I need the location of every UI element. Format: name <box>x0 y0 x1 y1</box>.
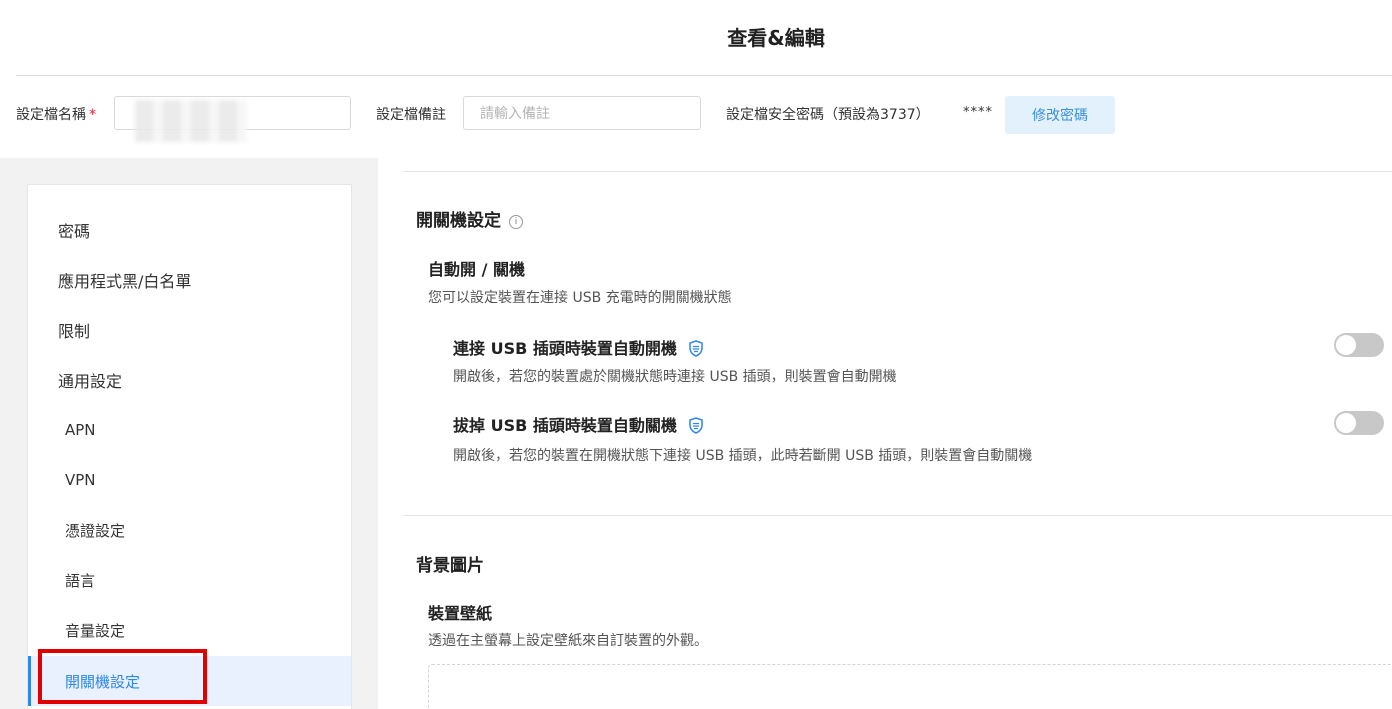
auto-power-on-toggle[interactable] <box>1334 333 1384 357</box>
auto-power-off-desc: 開啟後，若您的裝置在開機狀態下連接 USB 插頭，此時若斷開 USB 插頭，則裝… <box>453 448 1033 464</box>
header-divider <box>16 75 1392 76</box>
background-section-title: 背景圖片 <box>416 556 484 576</box>
profile-note-input[interactable]: 請輸入備註 <box>463 96 701 130</box>
sidebar-item-power[interactable]: 開關機設定 <box>28 656 351 706</box>
password-mask: **** <box>963 105 993 120</box>
sidebar-item-general[interactable]: 通用設定 <box>28 355 351 405</box>
change-password-button[interactable]: 修改密碼 <box>1005 96 1115 134</box>
auto-power-on-desc: 開啟後，若您的裝置處於關機狀態時連接 USB 插頭，則裝置會自動開機 <box>453 369 897 385</box>
toggle-knob <box>1336 335 1356 355</box>
sidebar-item-label: APN <box>65 421 96 439</box>
sidebar-item-label: 憑證設定 <box>65 521 126 540</box>
wallpaper-group-title: 裝置壁紙 <box>428 604 493 623</box>
sidebar-item-certificates[interactable]: 憑證設定 <box>28 505 351 555</box>
profile-name-label: 設定檔名稱 * <box>16 107 96 123</box>
auto-power-group-desc: 您可以設定裝置在連接 USB 充電時的開關機狀態 <box>428 290 732 306</box>
sidebar-item-label: 語言 <box>65 571 96 590</box>
wallpaper-group-desc: 透過在主螢幕上設定壁紙來自訂裝置的外觀。 <box>428 633 708 649</box>
section-divider <box>403 515 1392 516</box>
sidebar-item-label: 限制 <box>58 322 91 341</box>
profile-name-input[interactable] <box>114 96 351 142</box>
security-password-label: 設定檔安全密碼（預設為3737） <box>726 107 930 123</box>
required-mark: * <box>89 107 96 123</box>
sidebar-item-label: VPN <box>65 471 96 489</box>
redacted-value <box>135 100 247 142</box>
page: 查看&編輯 設定檔名稱 * 設定檔備註 請輸入備註 設定檔安全密碼（預設為3737… <box>0 0 1392 709</box>
toggle-knob <box>1336 413 1356 433</box>
sidebar-item-label: 密碼 <box>58 222 91 241</box>
sidebar-item-label: 通用設定 <box>58 372 123 391</box>
sidebar-item-app-list[interactable]: 應用程式黑/白名單 <box>28 255 351 305</box>
profile-note-label: 設定檔備註 <box>376 107 446 123</box>
sidebar-item-password[interactable]: 密碼 <box>28 205 351 255</box>
auto-power-off-title: 拔掉 USB 插頭時裝置自動關機 <box>453 412 704 436</box>
sidebar-item-language[interactable]: 語言 <box>28 555 351 605</box>
shield-icon <box>689 417 704 434</box>
sidebar-item-label: 開關機設定 <box>65 672 141 691</box>
auto-power-off-toggle[interactable] <box>1334 411 1384 435</box>
sidebar-item-label: 音量設定 <box>65 621 126 640</box>
section-divider <box>403 171 1392 172</box>
active-indicator <box>28 656 31 706</box>
wallpaper-upload-area[interactable] <box>428 664 1392 709</box>
auto-power-group-title: 自動開 / 關機 <box>428 260 525 279</box>
profile-note-placeholder: 請輸入備註 <box>480 106 550 122</box>
page-title: 查看&編輯 <box>727 26 825 50</box>
info-icon[interactable]: i <box>509 215 523 229</box>
sidebar-item-restrictions[interactable]: 限制 <box>28 305 351 355</box>
power-section-title: 開關機設定 i <box>416 206 523 231</box>
auto-power-on-title: 連接 USB 插頭時裝置自動開機 <box>453 335 704 359</box>
sidebar-item-vpn[interactable]: VPN <box>28 455 351 505</box>
settings-sidebar: 密碼 應用程式黑/白名單 限制 通用設定 APN VPN 憑證設定 語言 音量設… <box>27 184 352 709</box>
sidebar-item-volume[interactable]: 音量設定 <box>28 605 351 655</box>
sidebar-item-label: 應用程式黑/白名單 <box>58 272 192 291</box>
sidebar-item-apn[interactable]: APN <box>28 405 351 455</box>
shield-icon <box>689 340 704 357</box>
